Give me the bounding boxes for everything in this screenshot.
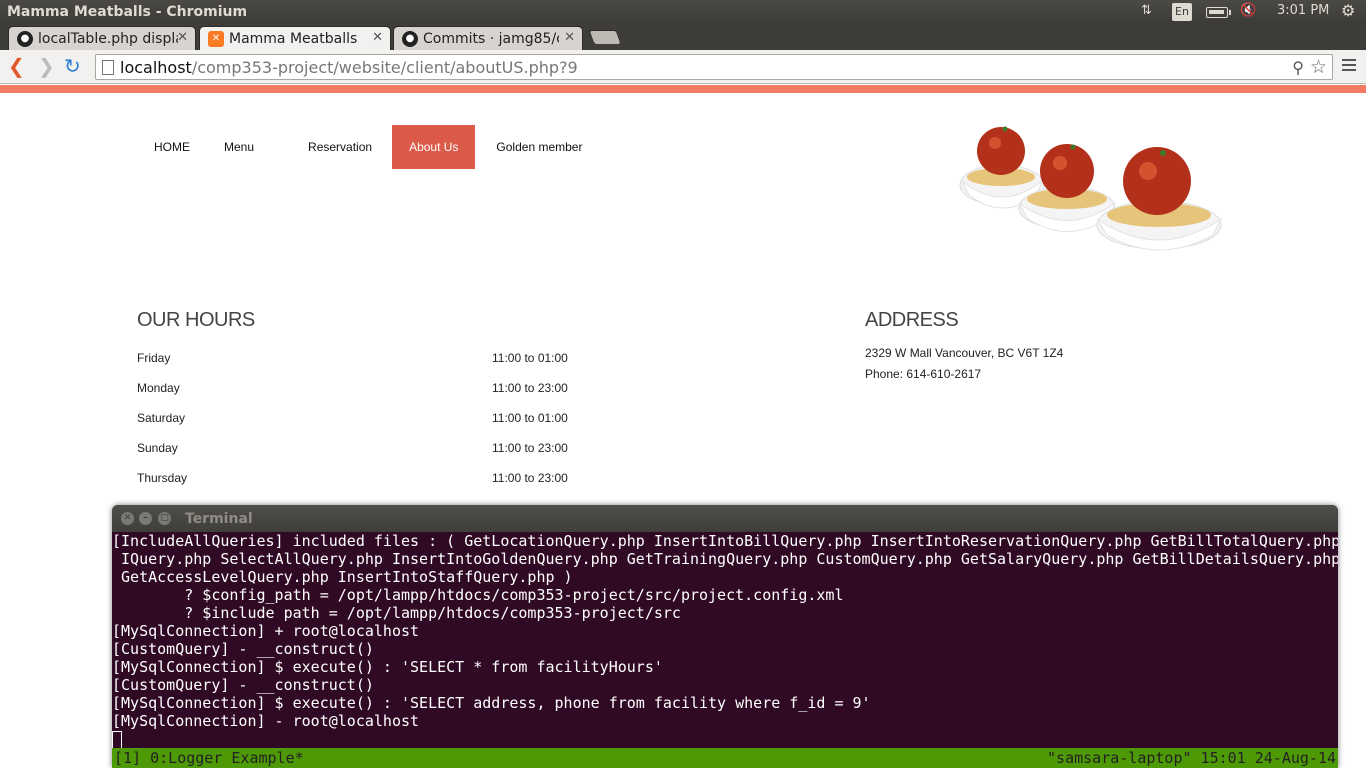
window-title: Mamma Meatballs - Chromium	[7, 4, 248, 20]
address-bar[interactable]: localhost/comp353-project/website/client…	[95, 54, 1333, 80]
tmux-window-list[interactable]: [1] 0:Logger Example*	[114, 748, 304, 768]
tab-mamma-meatballs[interactable]: ✕ Mamma Meatballs ✕	[199, 26, 391, 50]
bookmark-star-icon[interactable]: ☆	[1310, 56, 1327, 78]
terminal-title: Terminal	[185, 511, 253, 527]
meatballs-image	[959, 126, 1223, 251]
xampp-icon: ✕	[208, 31, 224, 47]
forward-arrow-icon[interactable]: ❯	[38, 55, 55, 77]
site-nav: HOME Menu Reservation About Us Golden me…	[137, 125, 599, 169]
terminal-line: ? $config_path = /opt/lampp/htdocs/comp3…	[112, 586, 844, 604]
nav-menu[interactable]: Menu	[207, 125, 271, 169]
hours-day: Sunday	[137, 441, 178, 455]
nav-about-us[interactable]: About Us	[392, 125, 476, 169]
clock[interactable]: 3:01 PM	[1277, 3, 1329, 18]
gear-icon[interactable]: ⚙	[1341, 1, 1355, 20]
hours-time: 11:00 to 23:00	[492, 471, 568, 485]
volume-muted-icon[interactable]: 🔇	[1240, 3, 1256, 18]
tmux-host-clock: "samsara-laptop" 15:01 24-Aug-14	[1047, 749, 1336, 767]
hours-row: Sunday 11:00 to 23:00	[137, 441, 577, 471]
address-line: 2329 W Mall Vancouver, BC V6T 1Z4	[865, 346, 1064, 360]
hours-time: 11:00 to 23:00	[492, 441, 568, 455]
hours-row: Monday 11:00 to 23:00	[137, 381, 577, 411]
reload-icon[interactable]: ↻	[64, 55, 81, 77]
terminal-line: [MySqlConnection] $ execute() : 'SELECT …	[112, 694, 871, 712]
nav-reservation[interactable]: Reservation	[271, 125, 392, 169]
keyboard-layout-indicator[interactable]: En	[1172, 3, 1192, 21]
page-icon	[102, 60, 114, 75]
terminal-line: IQuery.php SelectAllQuery.php InsertInto…	[112, 550, 1338, 568]
network-arrows-icon[interactable]: ⇅	[1141, 3, 1152, 18]
terminal-line: [MySqlConnection] $ execute() : 'SELECT …	[112, 658, 663, 676]
terminal-line: [IncludeAllQueries] included files : ( G…	[112, 532, 1338, 550]
github-icon: ●	[402, 31, 418, 47]
battery-icon[interactable]	[1206, 7, 1231, 18]
nav-home[interactable]: HOME	[137, 125, 207, 169]
hours-time: 11:00 to 01:00	[492, 351, 568, 365]
hours-row: Friday 11:00 to 01:00	[137, 351, 577, 381]
new-tab-button[interactable]	[588, 30, 622, 44]
hours-row: Thursday 11:00 to 23:00	[137, 471, 577, 501]
address-title: ADDRESS	[865, 309, 959, 331]
github-icon: ●	[17, 31, 33, 47]
tab-label: localTable.php display	[38, 31, 178, 47]
menu-icon[interactable]	[1342, 59, 1356, 74]
phone-line: Phone: 614-610-2617	[865, 367, 982, 381]
terminal-cursor	[112, 731, 122, 749]
terminal-line: [CustomQuery] - __construct()	[112, 640, 374, 658]
close-icon[interactable]: ✕	[177, 30, 188, 45]
url-text[interactable]: localhost/comp353-project/website/client…	[120, 58, 578, 77]
close-icon[interactable]: ✕	[372, 30, 383, 45]
hours-day: Monday	[137, 381, 180, 395]
hours-title: OUR HOURS	[137, 309, 255, 331]
back-arrow-icon[interactable]: ❮	[8, 55, 25, 77]
hours-day: Thursday	[137, 471, 188, 485]
terminal-titlebar[interactable]: ✕ – □ Terminal	[112, 505, 1338, 532]
close-window-icon[interactable]: ✕	[121, 512, 134, 525]
terminal-line: GetAccessLevelQuery.php InsertIntoStaffQ…	[112, 568, 573, 586]
tab-localtable[interactable]: ● localTable.php display ✕	[8, 26, 196, 50]
browser-toolbar: ❮ ❯ ↻ localhost/comp353-project/website/…	[0, 50, 1366, 84]
tab-label: Commits · jamg85/cor	[423, 31, 559, 47]
tab-label: Mamma Meatballs	[229, 31, 358, 47]
hours-time: 11:00 to 01:00	[492, 411, 568, 425]
hours-day: Saturday	[137, 411, 186, 425]
terminal-line: [CustomQuery] - __construct()	[112, 676, 374, 694]
terminal-line: [MySqlConnection] - root@localhost	[112, 712, 420, 730]
nav-golden-member[interactable]: Golden member	[475, 125, 599, 169]
terminal-prompt-line[interactable]	[112, 730, 1338, 749]
accent-bar	[0, 85, 1366, 93]
hours-day: Friday	[137, 351, 171, 365]
hours-row: Saturday 11:00 to 01:00	[137, 411, 577, 441]
search-icon[interactable]: ⚲	[1292, 58, 1304, 77]
close-icon[interactable]: ✕	[564, 30, 575, 45]
terminal-output[interactable]: [IncludeAllQueries] included files : ( G…	[112, 532, 1338, 749]
terminal-window[interactable]: ✕ – □ Terminal [IncludeAllQueries] inclu…	[112, 505, 1338, 768]
terminal-line: [MySqlConnection] + root@localhost	[112, 622, 420, 640]
tab-commits[interactable]: ● Commits · jamg85/cor ✕	[393, 26, 583, 50]
minimize-window-icon[interactable]: –	[139, 512, 152, 525]
terminal-line: ? $include path = /opt/lampp/htdocs/comp…	[112, 604, 681, 622]
tmux-status-bar: [1] 0:Logger Example* "samsara-laptop" 1…	[112, 748, 1338, 768]
tab-strip: ● localTable.php display ✕ ✕ Mamma Meatb…	[0, 24, 1366, 50]
maximize-window-icon[interactable]: □	[158, 512, 171, 525]
system-panel: Mamma Meatballs - Chromium ⇅ En 🔇 3:01 P…	[0, 0, 1366, 24]
hours-time: 11:00 to 23:00	[492, 381, 568, 395]
